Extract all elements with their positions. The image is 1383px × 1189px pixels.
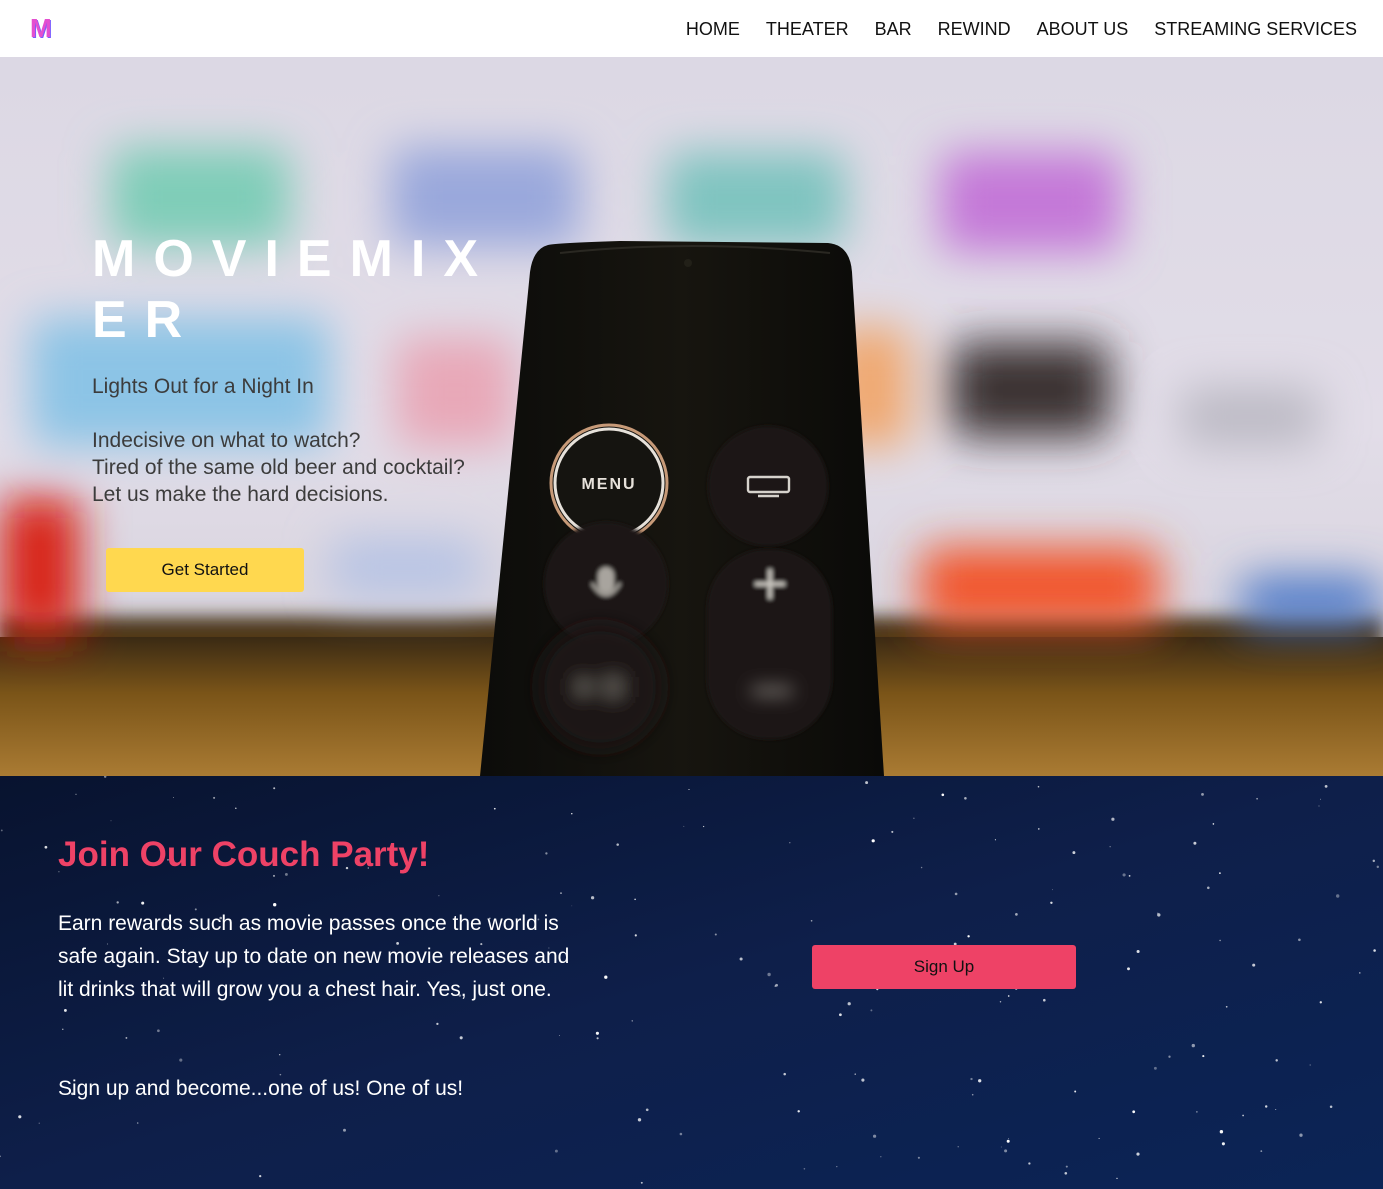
get-started-button[interactable]: Get Started [106, 548, 304, 592]
hero-background-image: MENU [0, 57, 1383, 776]
nav-links: HOME THEATER BAR REWIND ABOUT US STREAMI… [686, 18, 1357, 40]
site-logo[interactable]: M [30, 14, 52, 42]
hero-tagline: Lights Out for a Night In [92, 375, 314, 398]
hero-description: Indecisive on what to watch? Tired of th… [92, 427, 465, 508]
nav-link-streaming-services[interactable]: STREAMING SERVICES [1154, 18, 1357, 40]
nav-link-bar[interactable]: BAR [875, 18, 912, 40]
nav-link-theater[interactable]: THEATER [766, 18, 849, 40]
remote-menu-label: MENU [581, 476, 636, 493]
hero-section: MENU MOVIEMIXER Lights Out for a Night I… [0, 57, 1383, 776]
party-heading: Join Our Couch Party! [58, 835, 430, 874]
nav-link-home[interactable]: HOME [686, 18, 740, 40]
hero-line: Tired of the same old beer and cocktail? [92, 456, 465, 479]
party-description: Earn rewards such as movie passes once t… [58, 912, 570, 1001]
nav-link-rewind[interactable]: REWIND [938, 18, 1011, 40]
nav-link-about-us[interactable]: ABOUT US [1037, 18, 1129, 40]
party-cta-text: Sign up and become...one of us! One of u… [58, 1077, 464, 1100]
hero-line: Let us make the hard decisions. [92, 483, 389, 506]
top-navbar: M HOME THEATER BAR REWIND ABOUT US STREA… [0, 0, 1383, 57]
couch-party-section: Join Our Couch Party! Earn rewards such … [0, 776, 1383, 1189]
hero-title: MOVIEMIXER [92, 230, 497, 349]
sign-up-button[interactable]: Sign Up [812, 945, 1076, 989]
hero-line: Indecisive on what to watch? [92, 429, 361, 452]
